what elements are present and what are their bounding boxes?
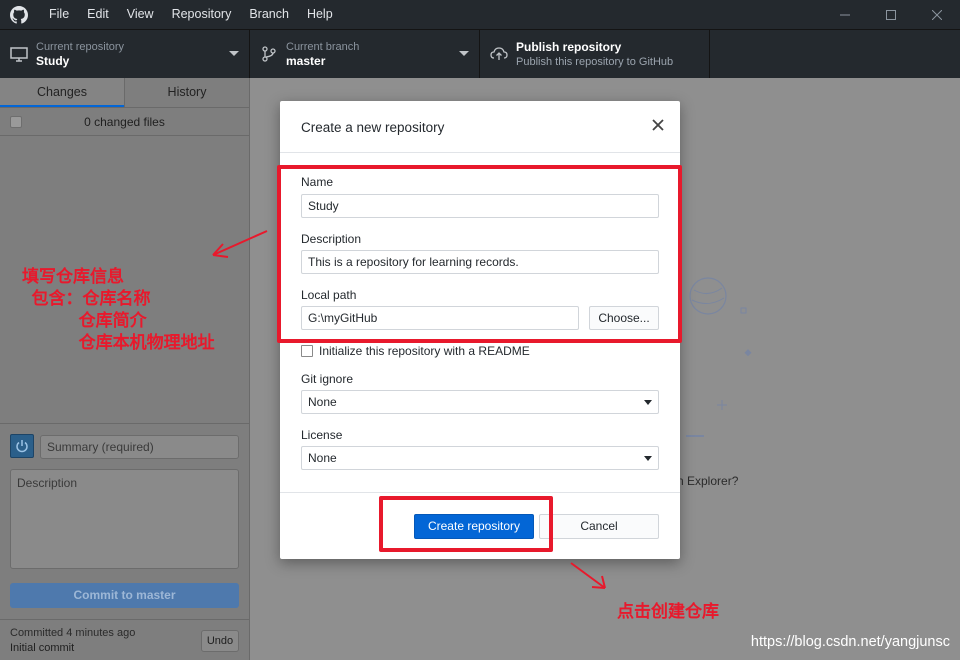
publish-repository-button[interactable]: Publish repository Publish this reposito…	[480, 30, 710, 78]
minimize-icon	[840, 14, 850, 15]
toolbar: Current repository Study Current branch …	[0, 29, 960, 78]
window-controls	[822, 0, 960, 29]
maximize-icon	[886, 9, 896, 20]
current-repository-button[interactable]: Current repository Study	[0, 30, 250, 78]
menu-view[interactable]: View	[118, 0, 163, 29]
avatar	[10, 434, 34, 458]
gitignore-select[interactable]: None	[301, 390, 659, 414]
cancel-button[interactable]: Cancel	[539, 514, 659, 539]
current-branch-button[interactable]: Current branch master	[250, 30, 480, 78]
power-icon	[16, 440, 28, 453]
annotation-click-create: 点击创建仓库	[617, 602, 719, 621]
sidebar-tabs: Changes History	[0, 78, 249, 108]
readme-checkbox[interactable]	[301, 345, 313, 357]
annotation-fill-info: 填写仓库信息 包含：仓库名称 仓库简介 仓库本机物理地址	[22, 267, 215, 352]
menu-help[interactable]: Help	[298, 0, 342, 29]
annotation-create-highlight	[379, 496, 553, 552]
tab-history[interactable]: History	[124, 78, 249, 107]
menu-file[interactable]: File	[40, 0, 78, 29]
chevron-down-icon	[644, 400, 652, 405]
chevron-down-icon	[644, 456, 652, 461]
publish-title: Publish repository	[516, 39, 622, 54]
menu-repository[interactable]: Repository	[163, 0, 241, 29]
dialog-close-button[interactable]	[650, 117, 666, 133]
select-all-checkbox[interactable]	[10, 116, 22, 128]
publish-subtitle: Publish this repository to GitHub	[516, 55, 674, 68]
explorer-prompt: n Explorer?	[677, 474, 739, 488]
chevron-down-icon	[229, 51, 239, 56]
commit-button[interactable]: Commit to master	[10, 583, 239, 608]
github-logo-icon	[10, 5, 28, 24]
repo-value: Study	[36, 53, 70, 68]
menu-branch[interactable]: Branch	[240, 0, 298, 29]
branch-label: Current branch	[286, 40, 360, 53]
dialog-header: Create a new repository	[280, 101, 680, 153]
cloud-upload-icon	[490, 47, 508, 60]
sidebar: Changes History 0 changed files Summary …	[0, 78, 250, 660]
undo-button[interactable]: Undo	[201, 630, 239, 652]
branch-icon	[262, 46, 276, 62]
summary-input[interactable]: Summary (required)	[40, 435, 239, 459]
readme-label: Initialize this repository with a README	[319, 344, 530, 358]
changed-files-count: 0 changed files	[84, 114, 165, 129]
maximize-button[interactable]	[868, 0, 914, 29]
chevron-down-icon	[459, 51, 469, 56]
gitignore-value: None	[308, 395, 337, 409]
arrow-icon	[212, 230, 268, 258]
license-value: None	[308, 451, 337, 465]
tab-changes[interactable]: Changes	[0, 78, 124, 107]
desktop-icon	[10, 47, 28, 62]
license-label: License	[301, 428, 343, 442]
description-input[interactable]: Description	[10, 469, 239, 569]
commit-area: Summary (required) Description Commit to…	[0, 423, 249, 660]
close-icon	[932, 9, 942, 20]
license-select[interactable]: None	[301, 446, 659, 470]
gitignore-label: Git ignore	[301, 372, 354, 386]
menu-edit[interactable]: Edit	[78, 0, 118, 29]
changed-files-header: 0 changed files	[0, 108, 249, 136]
minimize-button[interactable]	[822, 0, 868, 29]
dialog-title: Create a new repository	[301, 120, 445, 135]
planet-illustration-icon	[686, 277, 752, 437]
last-commit: Committed 4 minutes ago Initial commit U…	[0, 619, 249, 660]
close-icon	[652, 119, 664, 131]
title-bar: File Edit View Repository Branch Help	[0, 0, 960, 29]
watermark: https://blog.csdn.net/yangjunsc	[750, 634, 950, 650]
arrow-icon	[570, 562, 606, 589]
repo-label: Current repository	[36, 40, 125, 53]
close-window-button[interactable]	[914, 0, 960, 29]
annotation-fields-highlight	[277, 165, 682, 343]
branch-value: master	[286, 53, 326, 68]
